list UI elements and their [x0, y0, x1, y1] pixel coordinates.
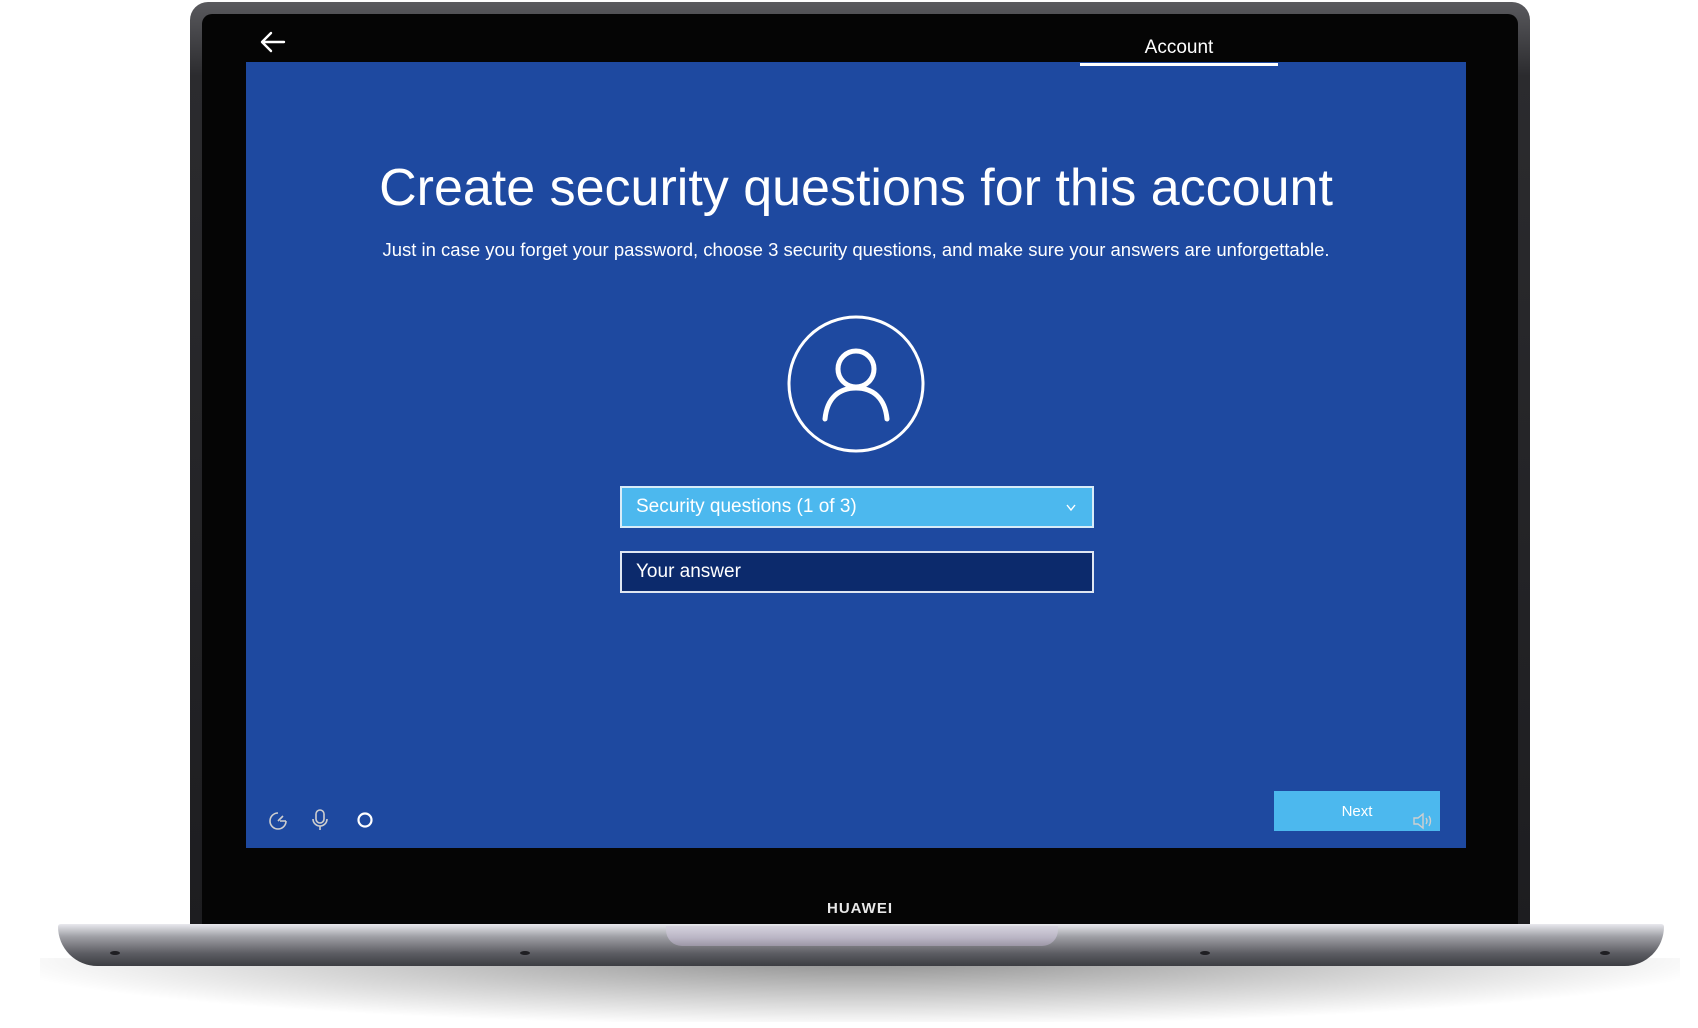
laptop-foot	[1200, 951, 1210, 955]
page-title: Create security questions for this accou…	[379, 159, 1333, 217]
laptop-hinge-notch	[666, 926, 1058, 946]
cortana-icon[interactable]	[356, 811, 374, 829]
volume-icon[interactable]	[1412, 812, 1434, 830]
microphone-icon[interactable]	[310, 808, 330, 832]
security-question-dropdown[interactable]: Security questions (1 of 3)	[620, 486, 1094, 528]
user-avatar-icon	[787, 315, 925, 453]
security-answer-input[interactable]	[620, 551, 1094, 593]
laptop-foot	[520, 951, 530, 955]
back-arrow-icon[interactable]	[258, 28, 288, 56]
ease-of-access-icon[interactable]	[267, 810, 289, 832]
laptop-foot	[1600, 951, 1610, 955]
security-question-selected: Security questions (1 of 3)	[636, 496, 857, 517]
tab-account[interactable]: Account	[1080, 36, 1278, 66]
chevron-down-icon	[1066, 504, 1076, 512]
brand-logo: HUAWEI	[827, 900, 893, 917]
laptop-shadow	[40, 958, 1680, 1022]
page-subtitle: Just in case you forget your password, c…	[382, 239, 1330, 260]
laptop-foot	[110, 951, 120, 955]
